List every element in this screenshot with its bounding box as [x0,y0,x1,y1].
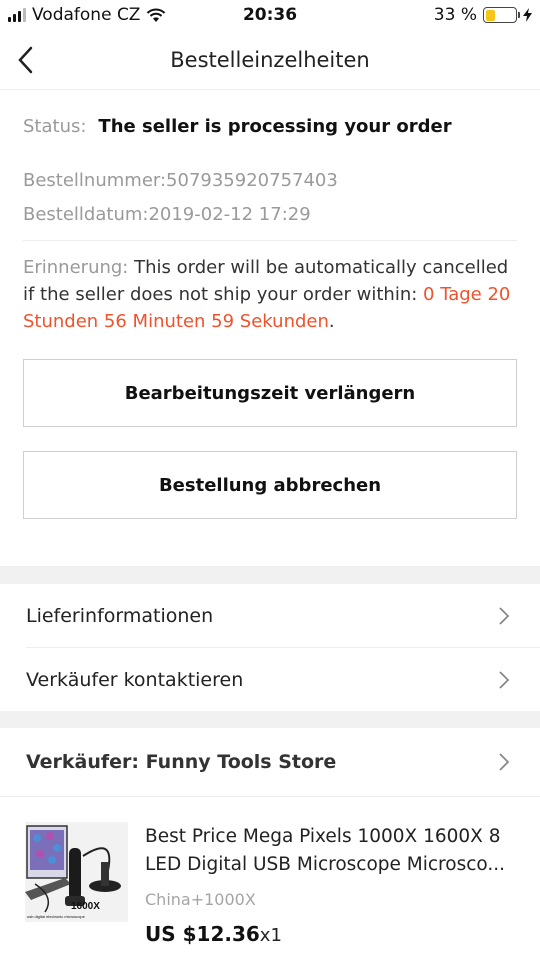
page-title: Bestelleinzelheiten [170,48,370,72]
charging-icon [523,8,532,22]
reminder-end: . [328,311,335,332]
reminder-text: Erinnerung: This order will be automatic… [23,254,518,335]
contact-seller-label: Verkäufer kontaktieren [26,668,244,691]
product-price: US $12.36 [145,922,260,946]
delivery-info-row[interactable]: Lieferinformationen [0,584,540,647]
order-date: Bestelldatum:2019-02-12 17:29 [23,204,311,225]
divider [0,796,540,797]
seller-name: Verkäufer: Funny Tools Store [26,751,337,773]
chevron-right-icon [499,670,510,689]
status-bar: Vodafone CZ 20:36 33 % [0,0,540,32]
product-price-line: US $12.36x1 [145,922,282,946]
product-title[interactable]: Best Price Mega Pixels 1000X 1600X 8 LED… [145,823,515,879]
chevron-right-icon [499,753,510,771]
product-image-caption: usb digital electronic microscope [27,914,85,919]
reminder-label: Erinnerung: [23,257,129,278]
divider [23,240,517,241]
battery-percent: 33 % [433,5,477,25]
section-gap [0,711,540,728]
extend-processing-time-button[interactable]: Bearbeitungszeit verlängern [23,359,517,427]
status-right: 33 % [434,5,532,25]
nav-header: Bestelleinzelheiten [0,32,540,90]
product-variant: China+1000X [145,890,256,909]
delivery-info-label: Lieferinformationen [26,604,214,627]
product-image[interactable]: 1600X usb digital electronic microscope [25,822,128,922]
product-quantity: x1 [259,925,282,946]
status-label: Status: [23,116,87,137]
cancel-order-button[interactable]: Bestellung abbrechen [23,451,517,519]
seller-row[interactable]: Verkäufer: Funny Tools Store [0,729,540,795]
status-value: The seller is processing your order [98,116,452,137]
order-number: Bestellnummer:507935920757403 [23,170,338,191]
section-gap [0,566,540,584]
battery-icon [483,7,520,23]
order-status: Status: The seller is processing your or… [23,116,452,137]
product-image-badge: 1600X [71,901,100,912]
contact-seller-row[interactable]: Verkäufer kontaktieren [0,648,540,711]
battery-fill [485,9,496,21]
chevron-right-icon [499,606,510,625]
